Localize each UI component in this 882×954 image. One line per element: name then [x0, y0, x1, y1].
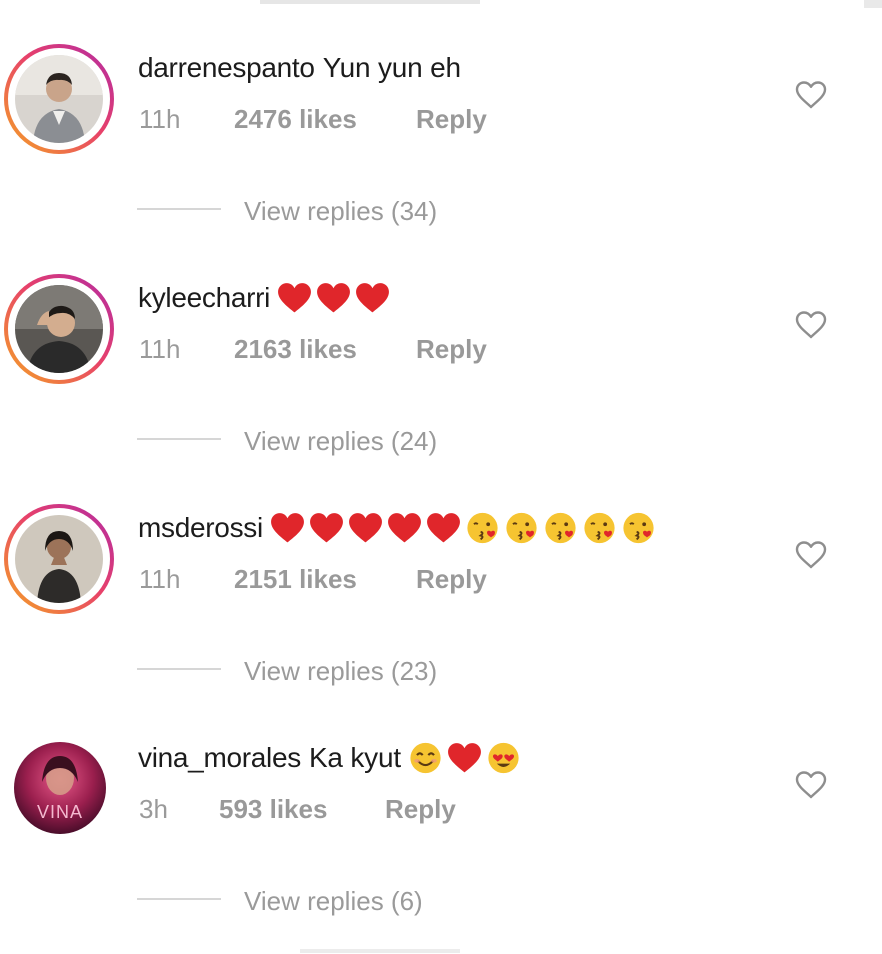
red-heart-icon: [278, 283, 312, 313]
red-heart-icon: [348, 513, 382, 543]
comment-likes[interactable]: 2163 likes: [234, 334, 357, 365]
comment-likes[interactable]: 593 likes: [219, 794, 327, 825]
view-replies-link[interactable]: View replies (23): [244, 656, 437, 687]
avatar[interactable]: [15, 515, 103, 603]
comment-emojis: [407, 741, 524, 775]
like-heart-icon[interactable]: [794, 310, 828, 340]
view-replies-link[interactable]: View replies (24): [244, 426, 437, 457]
comment-time: 11h: [139, 104, 181, 134]
comment-text: Ka kyut: [308, 742, 401, 773]
reply-button[interactable]: Reply: [416, 334, 487, 365]
comment-item: darrenespanto Yun yun eh 11h 2476 likes …: [0, 0, 882, 230]
comment-line: vina_morales Ka kyut: [138, 738, 524, 778]
view-replies-link[interactable]: View replies (6): [244, 886, 423, 917]
avatar-photo-darrenespanto: [15, 55, 103, 143]
red-heart-icon: [447, 743, 481, 773]
avatar-story-ring[interactable]: [4, 44, 114, 154]
comment-text: Yun yun eh: [322, 52, 461, 83]
avatar[interactable]: VINA: [14, 742, 106, 834]
comment-username[interactable]: kyleecharri: [138, 282, 270, 314]
replies-divider: [137, 208, 221, 210]
avatar-story-ring[interactable]: [4, 504, 114, 614]
like-heart-icon[interactable]: [794, 540, 828, 570]
avatar-photo-kyleecharri: [15, 285, 103, 373]
comment-likes[interactable]: 2151 likes: [234, 564, 357, 595]
kissing-face-icon: [467, 512, 498, 544]
comment-time: 11h: [139, 334, 181, 364]
replies-divider: [137, 668, 221, 670]
comment-username[interactable]: vina_morales: [138, 742, 301, 774]
avatar-story-ring[interactable]: [4, 274, 114, 384]
kissing-face-icon: [545, 512, 576, 544]
avatar[interactable]: [15, 55, 103, 143]
avatar-photo-msderossi: [15, 515, 103, 603]
reply-button[interactable]: Reply: [385, 794, 456, 825]
comment-time: 11h: [139, 564, 181, 594]
comment-emojis: [269, 511, 659, 545]
red-heart-icon: [356, 283, 390, 313]
replies-divider: [137, 898, 221, 900]
reply-button[interactable]: Reply: [416, 564, 487, 595]
comment-item: kyleecharri 11h 2163 likes Reply View re…: [0, 230, 882, 460]
avatar-overlay-text: VINA: [37, 802, 83, 822]
comment-line: kyleecharri: [138, 278, 393, 318]
comment-item: VINA vina_morales Ka kyut 3h 593 likes R…: [0, 690, 882, 920]
kissing-face-icon: [584, 512, 615, 544]
red-heart-icon: [317, 283, 351, 313]
view-replies-link[interactable]: View replies (34): [244, 196, 437, 227]
avatar[interactable]: [15, 285, 103, 373]
red-heart-icon: [270, 513, 304, 543]
comment-line: darrenespanto Yun yun eh: [138, 48, 461, 88]
comment-username[interactable]: msderossi: [138, 512, 263, 544]
smiling-face-icon: [410, 742, 441, 774]
bottom-divider: [300, 949, 460, 953]
kissing-face-icon: [623, 512, 654, 544]
comment-likes[interactable]: 2476 likes: [234, 104, 357, 135]
like-heart-icon[interactable]: [794, 770, 828, 800]
red-heart-icon: [426, 513, 460, 543]
like-heart-icon[interactable]: [794, 80, 828, 110]
red-heart-icon: [387, 513, 421, 543]
comment-username[interactable]: darrenespanto: [138, 52, 315, 84]
avatar-photo-vina-morales: VINA: [14, 742, 106, 834]
comment-item: msderossi 11h 2151 likes Reply View repl…: [0, 460, 882, 690]
comment-time: 3h: [139, 794, 168, 824]
comment-emojis: [276, 281, 393, 315]
comment-line: msderossi: [138, 508, 659, 548]
heart-eyes-face-icon: [488, 742, 519, 774]
kissing-face-icon: [506, 512, 537, 544]
replies-divider: [137, 438, 221, 440]
red-heart-icon: [309, 513, 343, 543]
reply-button[interactable]: Reply: [416, 104, 487, 135]
